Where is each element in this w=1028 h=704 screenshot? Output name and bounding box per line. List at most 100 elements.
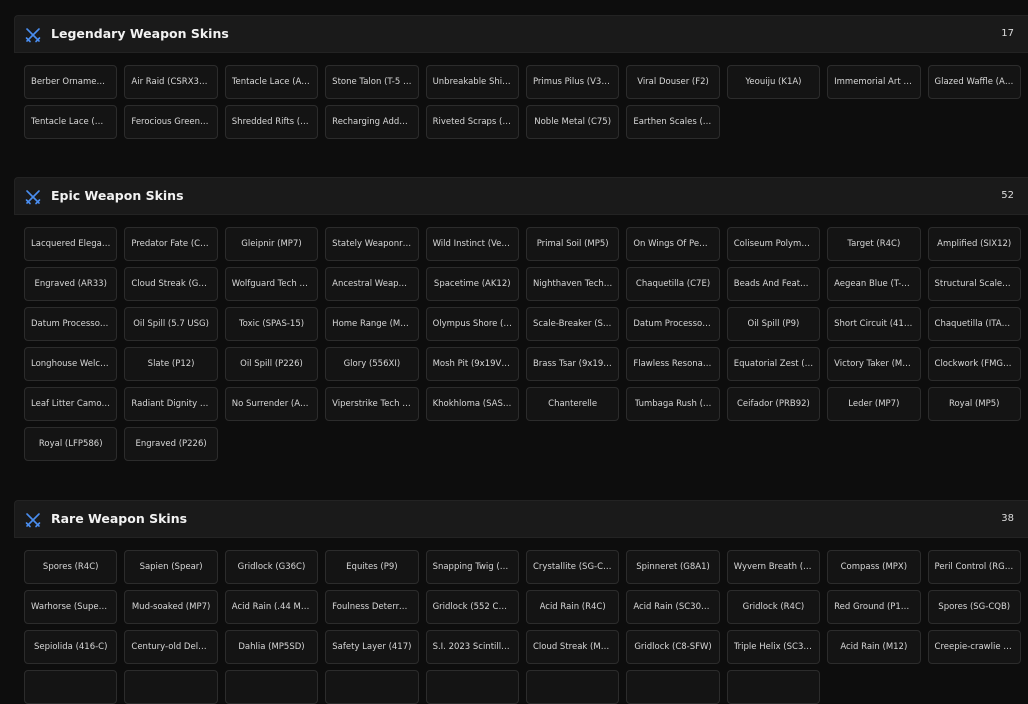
- skin-chip[interactable]: Gridlock (G36C): [224, 550, 319, 584]
- skin-chip[interactable]: Earthen Scales (M…: [626, 105, 720, 139]
- skin-chip[interactable]: [425, 670, 519, 704]
- skin-chip[interactable]: Gridlock (C8-SFW): [626, 630, 720, 664]
- skin-chip[interactable]: Ancestral Weapon…: [325, 267, 419, 301]
- skin-chip[interactable]: Spinneret (G8A1): [626, 550, 720, 584]
- skin-chip[interactable]: [325, 670, 419, 704]
- skin-chip[interactable]: Cloud Streak (G36…: [124, 267, 218, 301]
- skin-chip[interactable]: Ferocious Green (…: [124, 105, 218, 139]
- skin-chip[interactable]: Datum Processor …: [24, 307, 118, 341]
- skin-chip[interactable]: Chanterelle: [525, 387, 620, 421]
- skin-chip[interactable]: Spacetime (AK12): [425, 267, 519, 301]
- skin-chip[interactable]: Snapping Twig (A…: [425, 550, 519, 584]
- skin-chip[interactable]: Chaquetilla (ITA12…: [927, 307, 1021, 341]
- skin-chip[interactable]: Longhouse Welco…: [24, 347, 118, 381]
- skin-chip[interactable]: Brass Tsar (9x19V…: [525, 347, 620, 381]
- skin-chip[interactable]: Mud-soaked (MP7): [124, 590, 218, 624]
- skin-chip[interactable]: Sapien (Spear): [124, 550, 218, 584]
- skin-chip[interactable]: Coliseum Polymer…: [726, 227, 821, 261]
- skin-chip[interactable]: Shredded Rifts (F…: [224, 105, 319, 139]
- skin-chip[interactable]: Red Ground (P10 …: [827, 590, 921, 624]
- section-header[interactable]: Rare Weapon Skins 38: [14, 500, 1028, 538]
- skin-chip[interactable]: Khokhloma (SASG…: [425, 387, 519, 421]
- skin-chip[interactable]: Toxic (SPAS-15): [224, 307, 319, 341]
- section-header[interactable]: Legendary Weapon Skins 17: [14, 15, 1028, 53]
- skin-chip[interactable]: Immemorial Art (…: [827, 65, 921, 99]
- skin-chip[interactable]: Acid Rain (M12): [827, 630, 921, 664]
- skin-chip[interactable]: Spores (SG-CQB): [927, 590, 1021, 624]
- skin-chip[interactable]: Yeouiju (K1A): [726, 65, 821, 99]
- skin-chip[interactable]: Compass (MPX): [827, 550, 921, 584]
- skin-chip[interactable]: Target (R4C): [827, 227, 921, 261]
- skin-chip[interactable]: Mosh Pit (9x19VSN): [425, 347, 519, 381]
- skin-chip[interactable]: Stone Talon (T-5 S…: [325, 65, 419, 99]
- skin-chip[interactable]: Oil Spill (P9): [726, 307, 821, 341]
- skin-chip[interactable]: Gridlock (R4C): [726, 590, 821, 624]
- skin-chip[interactable]: Viperstrike Tech (…: [325, 387, 419, 421]
- skin-chip[interactable]: Equatorial Zest (…: [726, 347, 821, 381]
- skin-chip[interactable]: Beads And Feathe…: [726, 267, 821, 301]
- skin-chip[interactable]: Victory Taker (M2…: [827, 347, 921, 381]
- skin-chip[interactable]: Royal (MP5): [927, 387, 1021, 421]
- skin-chip[interactable]: Wyvern Breath (M…: [726, 550, 821, 584]
- skin-chip[interactable]: Recharging Adder…: [325, 105, 419, 139]
- skin-chip[interactable]: Datum Processor …: [626, 307, 720, 341]
- skin-chip[interactable]: Riveted Scraps (P…: [425, 105, 519, 139]
- skin-chip[interactable]: [124, 670, 218, 704]
- skin-chip[interactable]: Gridlock (552 Co…: [425, 590, 519, 624]
- skin-chip[interactable]: S.I. 2023 Scintilla (…: [425, 630, 519, 664]
- skin-chip[interactable]: Primal Soil (MP5): [525, 227, 620, 261]
- skin-chip[interactable]: Lacquered Elegan…: [24, 227, 118, 261]
- skin-chip[interactable]: Olympus Shore (I…: [425, 307, 519, 341]
- skin-chip[interactable]: Leder (MP7): [827, 387, 921, 421]
- skin-chip[interactable]: Clockwork (FMG-9): [927, 347, 1021, 381]
- skin-chip[interactable]: Structural Scales (…: [927, 267, 1021, 301]
- skin-chip[interactable]: Oil Spill (5.7 USG): [124, 307, 218, 341]
- skin-chip[interactable]: Cloud Streak (Mk…: [525, 630, 620, 664]
- skin-chip[interactable]: Wolfguard Tech (S…: [224, 267, 319, 301]
- skin-chip[interactable]: [24, 670, 118, 704]
- skin-chip[interactable]: Nighthaven Tech (…: [525, 267, 620, 301]
- skin-chip[interactable]: Glory (556XI): [325, 347, 419, 381]
- skin-chip[interactable]: Crystallite (SG-CQB): [525, 550, 620, 584]
- skin-chip[interactable]: No Surrender (AK…: [224, 387, 319, 421]
- skin-chip[interactable]: Flawless Resonan…: [626, 347, 720, 381]
- skin-chip[interactable]: [224, 670, 319, 704]
- skin-chip[interactable]: Creepie-crawlie Pr…: [927, 630, 1021, 664]
- skin-chip[interactable]: Dahlia (MP5SD): [224, 630, 319, 664]
- skin-chip[interactable]: On Wings Of Pear…: [626, 227, 720, 261]
- skin-chip[interactable]: Viral Douser (F2): [626, 65, 720, 99]
- skin-chip[interactable]: Sepiolida (416-C): [24, 630, 118, 664]
- skin-chip[interactable]: Triple Helix (SC30…: [726, 630, 821, 664]
- skin-chip[interactable]: Slate (P12): [124, 347, 218, 381]
- skin-chip[interactable]: [525, 670, 620, 704]
- skin-chip[interactable]: Leaf Litter Camo (…: [24, 387, 118, 421]
- skin-chip[interactable]: Acid Rain (SC3000…: [626, 590, 720, 624]
- skin-chip[interactable]: Gleipnir (MP7): [224, 227, 319, 261]
- skin-chip[interactable]: Predator Fate (CS…: [124, 227, 218, 261]
- skin-chip[interactable]: Aegean Blue (T-5 …: [827, 267, 921, 301]
- skin-chip[interactable]: Acid Rain (R4C): [525, 590, 620, 624]
- skin-chip[interactable]: Century-old Delus…: [124, 630, 218, 664]
- skin-chip[interactable]: Stately Weaponry …: [325, 227, 419, 261]
- skin-chip[interactable]: Noble Metal (C75): [525, 105, 620, 139]
- skin-chip[interactable]: Glazed Waffle (AR…: [927, 65, 1021, 99]
- skin-chip[interactable]: Oil Spill (P226): [224, 347, 319, 381]
- skin-chip[interactable]: Royal (LFP586): [24, 427, 118, 461]
- skin-chip[interactable]: Warhorse (Super …: [24, 590, 118, 624]
- skin-chip[interactable]: Peril Control (RG15): [927, 550, 1021, 584]
- skin-chip[interactable]: Wild Instinct (Vect…: [425, 227, 519, 261]
- skin-chip[interactable]: Foulness Deterren…: [325, 590, 419, 624]
- skin-chip[interactable]: Tentacle Lace (AC…: [224, 65, 319, 99]
- skin-chip[interactable]: Unbreakable Shin…: [425, 65, 519, 99]
- skin-chip[interactable]: Amplified (SIX12): [927, 227, 1021, 261]
- skin-chip[interactable]: Chaquetilla (C7E): [626, 267, 720, 301]
- skin-chip[interactable]: Equites (P9): [325, 550, 419, 584]
- skin-chip[interactable]: Acid Rain (.44 MA…: [224, 590, 319, 624]
- skin-chip[interactable]: Air Raid (CSRX300): [124, 65, 218, 99]
- skin-chip[interactable]: Berber Ornament…: [24, 65, 118, 99]
- skin-chip[interactable]: Engraved (P226): [124, 427, 218, 461]
- skin-chip[interactable]: Tumbaga Rush (…: [626, 387, 720, 421]
- skin-chip[interactable]: Short Circuit (416…: [827, 307, 921, 341]
- skin-chip[interactable]: [726, 670, 821, 704]
- skin-chip[interactable]: Primus Pilus (V308): [525, 65, 620, 99]
